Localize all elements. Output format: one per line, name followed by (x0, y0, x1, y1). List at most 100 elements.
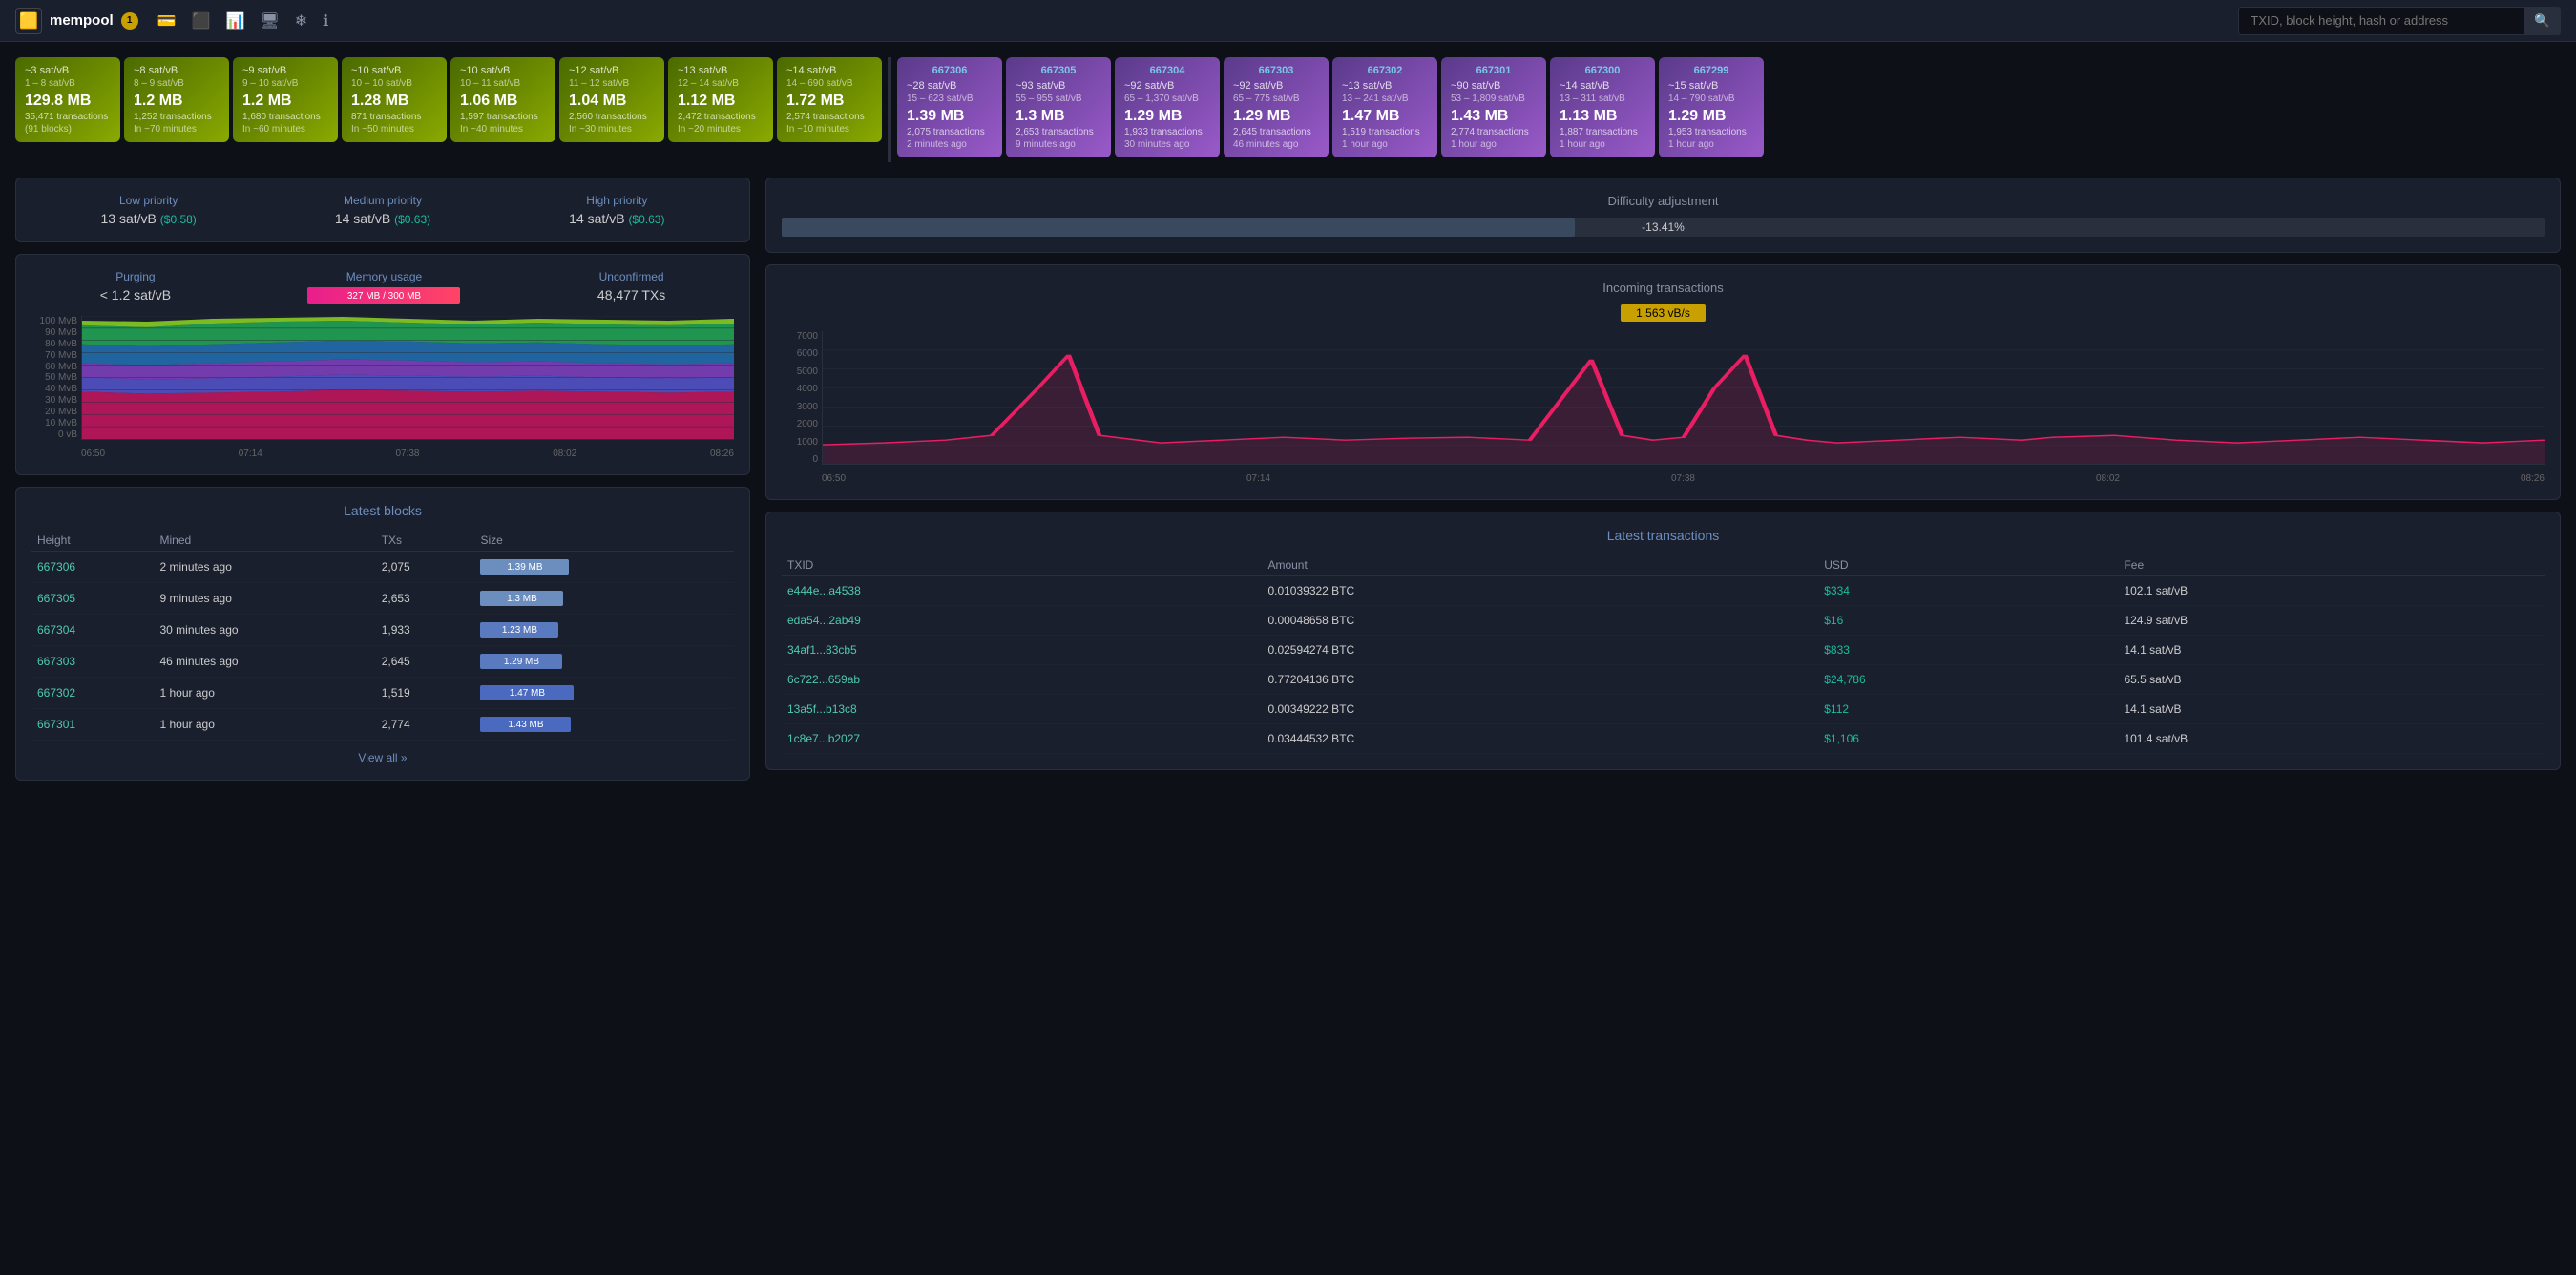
tx-usd-cell: $1,106 (1818, 724, 2118, 754)
block-sat: ~92 sat/vB (1233, 80, 1319, 92)
confirmed-block-2[interactable]: 667304 ~92 sat/vB 65 – 1,370 sat/vB 1.29… (1115, 57, 1220, 157)
tx-table-body: e444e...a4538 0.01039322 BTC $334 102.1 … (782, 576, 2545, 754)
block-txs: 1,680 transactions (242, 112, 328, 122)
pending-blocks: ~3 sat/vB 1 – 8 sat/vB 129.8 MB 35,471 t… (15, 57, 882, 142)
block-txs: 871 transactions (351, 112, 437, 122)
pending-block-3[interactable]: ~10 sat/vB 10 – 10 sat/vB 1.28 MB 871 tr… (342, 57, 447, 142)
block-sat: ~10 sat/vB (351, 65, 437, 76)
pending-block-5[interactable]: ~12 sat/vB 11 – 12 sat/vB 1.04 MB 2,560 … (559, 57, 664, 142)
block-sat: ~14 sat/vB (786, 65, 872, 76)
block-height-link[interactable]: 667301 (37, 718, 75, 731)
mempool-chart: 100 MvB90 MvB80 MvB70 MvB60 MvB50 MvB40 … (31, 316, 734, 459)
block-size: 1.13 MB (1560, 108, 1645, 125)
col-usd: USD (1818, 554, 2118, 576)
block-time: 2 minutes ago (907, 139, 993, 150)
confirmed-block-3[interactable]: 667303 ~92 sat/vB 65 – 775 sat/vB 1.29 M… (1224, 57, 1329, 157)
confirmed-block-4[interactable]: 667302 ~13 sat/vB 13 – 241 sat/vB 1.47 M… (1332, 57, 1437, 157)
navbar: 🟨 mempool 1 💳 ⬛ 📊 🖥 ❄ ℹ 🔍 (0, 0, 2576, 42)
view-all-blocks-link[interactable]: View all » (358, 751, 407, 764)
txid-link[interactable]: eda54...2ab49 (787, 614, 861, 627)
fee-medium-value: 14 sat/vB ($0.63) (335, 211, 430, 226)
tx-fee-cell: 14.1 sat/vB (2118, 636, 2545, 665)
search-button[interactable]: 🔍 (2524, 7, 2561, 35)
vb-badge: 1,563 vB/s (1621, 304, 1706, 322)
txid-link[interactable]: 34af1...83cb5 (787, 643, 857, 657)
left-panel: Low priority 13 sat/vB ($0.58) Medium pr… (15, 178, 750, 792)
logo-icon: 🟨 (15, 8, 42, 34)
tx-amount-cell: 0.02594274 BTC (1262, 636, 1818, 665)
pending-block-6[interactable]: ~13 sat/vB 12 – 14 sat/vB 1.12 MB 2,472 … (668, 57, 773, 142)
block-sat: ~8 sat/vB (134, 65, 220, 76)
fee-panel: Low priority 13 sat/vB ($0.58) Medium pr… (15, 178, 750, 242)
block-sat: ~15 sat/vB (1668, 80, 1754, 92)
table-row: 667304 30 minutes ago 1,933 1.23 MB (31, 615, 734, 646)
size-bar: 1.39 MB (480, 559, 569, 575)
block-height-cell: 667301 (31, 709, 154, 741)
table-row: 1c8e7...b2027 0.03444532 BTC $1,106 101.… (782, 724, 2545, 754)
col-fee: Fee (2118, 554, 2545, 576)
memory-bar-fill (307, 287, 460, 304)
table-row: 6c722...659ab 0.77204136 BTC $24,786 65.… (782, 665, 2545, 695)
block-sat-range: 1 – 8 sat/vB (25, 78, 111, 89)
block-size: 1.2 MB (242, 93, 328, 110)
fee-high-value: 14 sat/vB ($0.63) (569, 211, 664, 226)
tx-id-cell: 13a5f...b13c8 (782, 695, 1262, 724)
block-height: 667303 (1233, 65, 1319, 76)
block-txs-cell: 2,774 (376, 709, 475, 741)
block-mined-cell: 2 minutes ago (154, 552, 375, 583)
block-height-link[interactable]: 667305 (37, 592, 75, 605)
block-height: 667301 (1451, 65, 1537, 76)
search-input[interactable] (2238, 7, 2524, 35)
info-icon[interactable]: ℹ (323, 11, 328, 31)
block-txs: 2,075 transactions (907, 127, 993, 137)
confirmed-block-6[interactable]: 667300 ~14 sat/vB 13 – 311 sat/vB 1.13 M… (1550, 57, 1655, 157)
network-icon[interactable]: ❄ (295, 11, 307, 31)
memory-bar-container: 327 MB / 300 MB (307, 287, 460, 304)
pending-block-0[interactable]: ~3 sat/vB 1 – 8 sat/vB 129.8 MB 35,471 t… (15, 57, 120, 142)
block-height-link[interactable]: 667303 (37, 655, 75, 668)
block-time: 1 hour ago (1560, 139, 1645, 150)
tx-fee-cell: 124.9 sat/vB (2118, 606, 2545, 636)
block-height-link[interactable]: 667306 (37, 560, 75, 574)
tx-id-cell: e444e...a4538 (782, 576, 1262, 606)
tables-row: Latest blocks Height Mined TXs Size 6673… (15, 487, 750, 781)
chart-icon[interactable]: 📊 (226, 11, 245, 31)
confirmed-block-5[interactable]: 667301 ~90 sat/vB 53 – 1,809 sat/vB 1.43… (1441, 57, 1546, 157)
monitor-icon[interactable]: 🖥 (260, 11, 279, 31)
block-height: 667304 (1124, 65, 1210, 76)
fee-high-label: High priority (569, 194, 664, 207)
block-height-link[interactable]: 667304 (37, 623, 75, 637)
block-txs: 1,597 transactions (460, 112, 546, 122)
pending-block-7[interactable]: ~14 sat/vB 14 – 690 sat/vB 1.72 MB 2,574… (777, 57, 882, 142)
pending-block-1[interactable]: ~8 sat/vB 8 – 9 sat/vB 1.2 MB 1,252 tran… (124, 57, 229, 142)
block-time: 46 minutes ago (1233, 139, 1319, 150)
difficulty-bar-fill (782, 218, 1575, 237)
block-height-link[interactable]: 667302 (37, 686, 75, 700)
block-size: 1.43 MB (1451, 108, 1537, 125)
mempool-panel: Purging < 1.2 sat/vB Memory usage 327 MB… (15, 254, 750, 475)
pending-block-4[interactable]: ~10 sat/vB 10 – 11 sat/vB 1.06 MB 1,597 … (450, 57, 555, 142)
block-size: 1.72 MB (786, 93, 872, 110)
confirmed-block-0[interactable]: 667306 ~28 sat/vB 15 – 623 sat/vB 1.39 M… (897, 57, 1002, 157)
block-sat: ~13 sat/vB (678, 65, 764, 76)
block-height: 667306 (907, 65, 993, 76)
confirmed-block-7[interactable]: 667299 ~15 sat/vB 14 – 790 sat/vB 1.29 M… (1659, 57, 1764, 157)
tx-amount-cell: 0.01039322 BTC (1262, 576, 1818, 606)
txid-link[interactable]: 6c722...659ab (787, 673, 860, 686)
block-txs: 2,774 transactions (1451, 127, 1537, 137)
block-size-cell: 1.23 MB (474, 615, 734, 646)
fee-medium-label: Medium priority (335, 194, 430, 207)
txid-link[interactable]: e444e...a4538 (787, 584, 861, 597)
table-row: 667305 9 minutes ago 2,653 1.3 MB (31, 583, 734, 615)
txid-link[interactable]: 13a5f...b13c8 (787, 702, 857, 716)
col-amount: Amount (1262, 554, 1818, 576)
block-mined-cell: 1 hour ago (154, 709, 375, 741)
confirmed-block-1[interactable]: 667305 ~93 sat/vB 55 – 955 sat/vB 1.3 MB… (1006, 57, 1111, 157)
block-sat-range: 53 – 1,809 sat/vB (1451, 94, 1537, 104)
badge: 1 (121, 12, 138, 30)
txid-link[interactable]: 1c8e7...b2027 (787, 732, 860, 745)
tx-usd-cell: $833 (1818, 636, 2118, 665)
block-icon[interactable]: ⬛ (192, 11, 211, 31)
pending-block-2[interactable]: ~9 sat/vB 9 – 10 sat/vB 1.2 MB 1,680 tra… (233, 57, 338, 142)
wallet-icon[interactable]: 💳 (157, 11, 177, 31)
